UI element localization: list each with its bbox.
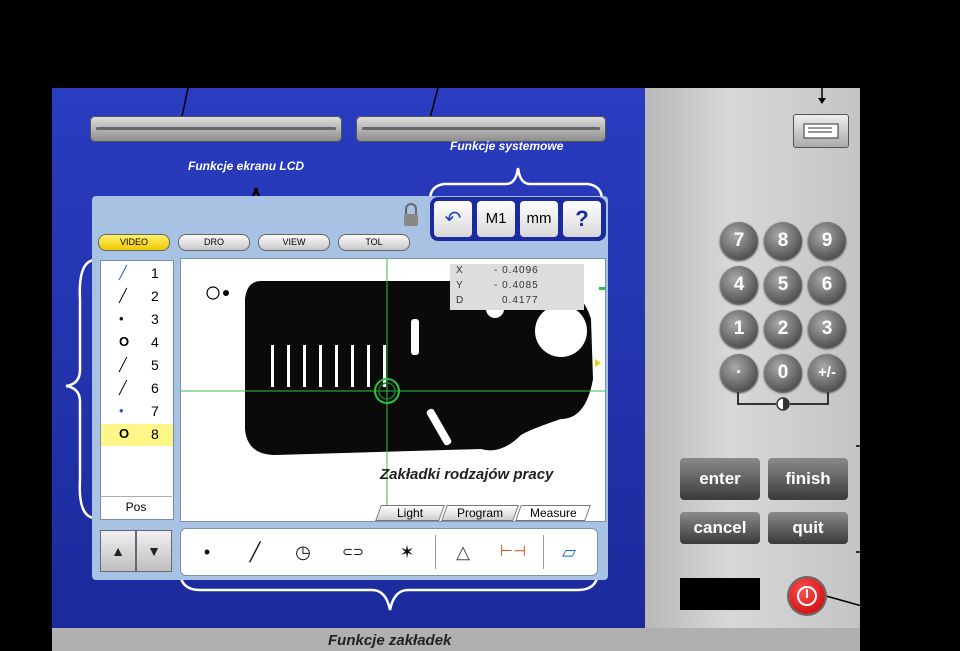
undo-button[interactable]: ↶ [434,201,472,237]
key-2[interactable]: 2 [764,310,802,348]
list-item[interactable]: ╱ 5 [101,355,173,377]
dro-d-value: 0.4177 [502,295,539,306]
circle-tool-icon[interactable]: ◷ [281,537,325,567]
tab-dro[interactable]: DRO [178,234,250,251]
enter-button[interactable]: enter [680,458,760,500]
feature-list-footer[interactable]: Pos [100,500,172,518]
dro-x-value: - 0.4096 [494,265,539,276]
key-5[interactable]: 5 [764,266,802,304]
dro-y-value: - 0.4085 [494,280,539,291]
key-8[interactable]: 8 [764,222,802,260]
key-plus-minus[interactable]: +/- [808,354,846,392]
brightness-icon [776,397,790,411]
list-item[interactable]: ╱ 2 [101,286,173,308]
construct-tool-icon[interactable]: ▱ [547,537,591,567]
circle-feature-icon: O [119,334,130,349]
annotation-system-functions: Funkcje systemowe [450,139,564,153]
key-6[interactable]: 6 [808,266,846,304]
tab-measure[interactable]: Measure [515,505,591,521]
power-icon [797,586,817,606]
line-tool-icon[interactable]: ╱ [233,537,277,567]
list-item-selected[interactable]: O 8 [101,424,173,446]
annotation-mode-tabs: Zakładki rodzajów pracy [380,466,554,483]
m1-button[interactable]: M1 [477,201,515,237]
list-item[interactable]: • 3 [101,309,173,331]
line-feature-icon: ╱ [119,357,127,372]
quit-button[interactable]: quit [768,512,848,544]
nav-arrows: ▲ ▼ [100,530,172,572]
print-button[interactable] [793,114,849,148]
dro-y-label: Y [456,280,463,291]
list-item[interactable]: ╱ 1 [101,263,173,285]
line-feature-icon: ╱ [119,265,127,280]
annotation-tab-functions: Funkcje zakładek [328,632,452,649]
point-feature-icon: • [119,311,124,326]
cancel-button[interactable]: cancel [680,512,760,544]
point-feature-icon: • [119,403,124,418]
units-mm-button[interactable]: mm [520,201,558,237]
circle-feature-icon: O [119,426,130,441]
scroll-down-button[interactable]: ▼ [136,530,172,572]
softkey-left[interactable] [90,116,342,142]
magic-wand-tool-icon[interactable]: ✶ [385,537,429,567]
key-4[interactable]: 4 [720,266,758,304]
point-tool-icon[interactable]: • [185,537,229,567]
dro-x-label: X [456,265,463,276]
dro-readout: X - 0.4096 Y - 0.4085 D 0.4177 [450,264,584,310]
printer-icon [803,123,839,139]
power-button[interactable] [789,578,825,614]
key-decimal[interactable]: · [720,354,758,392]
key-7[interactable]: 7 [720,222,758,260]
line-feature-icon: ╱ [119,288,127,303]
tab-video[interactable]: VIDEO [98,234,170,251]
key-3[interactable]: 3 [808,310,846,348]
help-button[interactable]: ? [563,201,601,237]
scroll-up-button[interactable]: ▲ [100,530,136,572]
tab-program[interactable]: Program [441,505,519,521]
lock-icon [404,203,418,226]
slot-tool-icon[interactable]: ⊂⊃ [331,537,375,567]
divider [435,535,436,569]
key-9[interactable]: 9 [808,222,846,260]
dro-d-label: D [456,295,464,306]
tab-light[interactable]: Light [375,505,445,521]
list-item[interactable]: O 4 [101,332,173,354]
line-feature-icon: ╱ [119,380,127,395]
system-functions-bar: ↶ M1 mm ? [430,197,606,241]
distance-tool-icon[interactable]: ⊢⊣ [491,537,535,567]
feature-list: ╱ 1 ╱ 2 • 3 O 4 ╱ 5 ╱ 6 • 7 O 8 [100,260,174,520]
finish-button[interactable]: finish [768,458,848,500]
status-display [680,578,760,610]
list-item[interactable]: • 7 [101,401,173,423]
key-1[interactable]: 1 [720,310,758,348]
list-item[interactable]: ╱ 6 [101,378,173,400]
measure-toolbar: • ╱ ◷ ⊂⊃ ✶ △ ⊢⊣ ▱ [180,528,598,576]
tab-tol[interactable]: TOL [338,234,410,251]
tab-view[interactable]: VIEW [258,234,330,251]
annotation-lcd-functions: Funkcje ekranu LCD [188,159,305,173]
key-0[interactable]: 0 [764,354,802,392]
angle-tool-icon[interactable]: △ [441,537,485,567]
divider [543,535,544,569]
divider [100,496,172,497]
